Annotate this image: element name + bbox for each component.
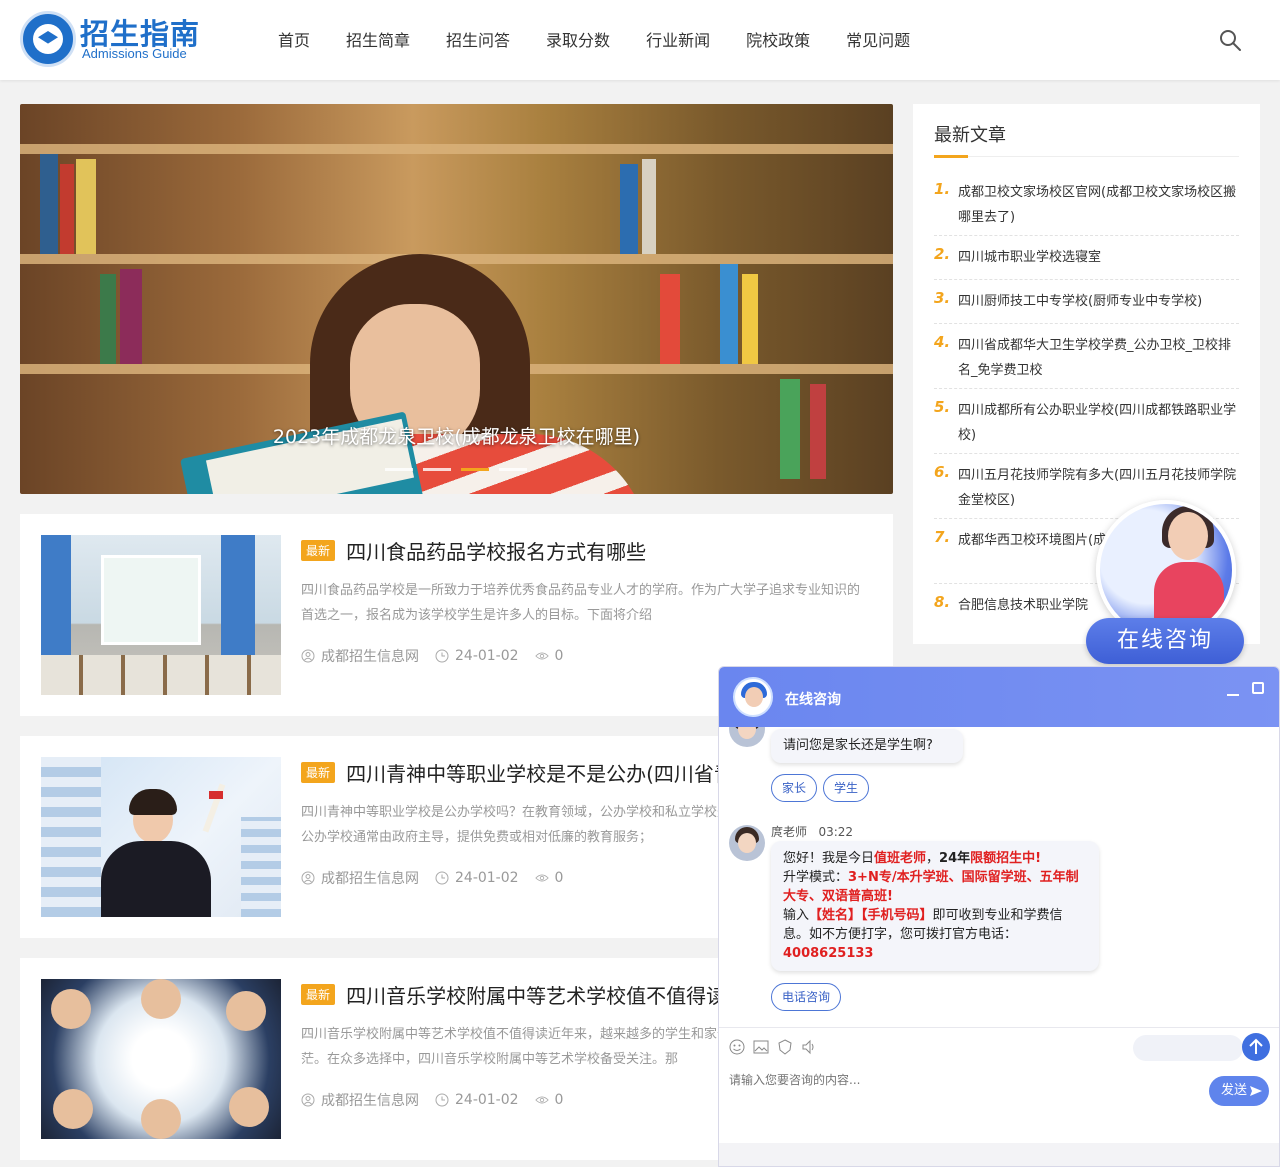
latest-article-item[interactable]: 4. 四川省成都华大卫生学校学费_公办卫校_卫校排名_免学费卫校 [934,333,1239,389]
hero-slider[interactable]: 2023年成都龙泉卫校(成都龙泉卫校在哪里) [20,104,893,494]
minimize-icon[interactable] [1227,688,1239,702]
slider-dots [385,468,527,471]
chat-window: 在线咨询 请问您是家长还是学生啊? 家长 学生 庹老师 03:22 您好！我是今… [718,666,1280,1167]
latest-article-link[interactable]: 四川成都所有公办职业学校(四川成都铁路职业学校) [958,398,1239,448]
latest-article-link[interactable]: 成都卫校文家场校区官网(成都卫校文家场校区搬哪里去了) [958,180,1239,230]
image-icon[interactable] [753,1039,769,1055]
article-author[interactable]: 成都招生信息网 [321,646,419,666]
article-excerpt: 四川食品药品学校是一所致力于培养优秀食品药品专业人才的学府。作为广大学子追求专业… [301,583,861,623]
site-header: 招生指南 Admissions Guide 首页 招生简章 招生问答 录取分数 … [0,0,1280,80]
nav-industry-news[interactable]: 行业新闻 [628,0,728,80]
nav-school-policy[interactable]: 院校政策 [728,0,828,80]
article-author[interactable]: 成都招生信息网 [321,868,419,888]
clock-icon [435,871,449,885]
nav-admission-scores[interactable]: 录取分数 [528,0,628,80]
latest-article-item[interactable]: 5. 四川成都所有公办职业学校(四川成都铁路职业学校) [934,398,1239,454]
agent-avatar [729,727,765,747]
article-thumbnail[interactable] [41,979,281,1139]
chip-student[interactable]: 学生 [823,774,869,802]
logo-subtitle: Admissions Guide [82,46,187,61]
slider-dot-active[interactable] [461,468,489,471]
latest-article-item[interactable]: 3. 四川厨师技工中专学校(厨师专业中专学校) [934,289,1239,324]
article-views: 0 [554,1092,564,1108]
quick-input[interactable] [1133,1035,1243,1061]
chat-header: 在线咨询 [719,667,1279,727]
clock-icon [435,649,449,663]
eye-icon [534,874,549,882]
latest-article-item[interactable]: 1. 成都卫校文家场校区官网(成都卫校文家场校区搬哪里去了) [934,180,1239,236]
latest-article-link[interactable]: 四川厨师技工中专学校(厨师专业中专学校) [958,289,1239,314]
article-date: 24-01-02 [455,1092,519,1108]
chip-parent[interactable]: 家长 [771,774,817,802]
chat-agent-avatar [733,677,773,717]
article-title[interactable]: 四川食品药品学校报名方式有哪些 [346,536,646,565]
online-consult-button[interactable]: 在线咨询 [1086,618,1244,664]
rating-icon[interactable] [777,1039,793,1055]
article-author[interactable]: 成都招生信息网 [321,1090,419,1110]
article-title[interactable]: 四川音乐学校附属中等艺术学校值不值得读 [346,980,726,1009]
maximize-icon[interactable] [1252,682,1264,694]
article-thumbnail[interactable] [41,535,281,695]
chat-title: 在线咨询 [785,692,841,708]
user-icon [301,1093,315,1107]
eye-icon [534,1096,549,1104]
user-icon [301,871,315,885]
chat-message-input[interactable] [729,1070,1199,1090]
chat-bubble-welcome: 您好！我是今日值班老师，24年限额招生中! 升学模式：3+N专/本升学班、国际留… [771,841,1099,971]
article-date: 24-01-02 [455,870,519,886]
latest-article-link[interactable]: 四川省成都华大卫生学校学费_公办卫校_卫校排名_免学费卫校 [958,333,1239,383]
slider-dot[interactable] [423,468,451,471]
arrow-up-icon [1249,1038,1263,1054]
phone-consult-button[interactable]: 电话咨询 [771,983,841,1011]
agent-avatar [729,825,765,861]
chat-toolbar [719,1027,1279,1067]
official-phone: 4008625133 [783,946,874,961]
new-badge: 最新 [301,984,336,1005]
chat-messages[interactable]: 请问您是家长还是学生啊? 家长 学生 庹老师 03:22 您好！我是今日值班老师… [719,727,1279,1027]
chat-bubble: 请问您是家长还是学生啊? [771,729,963,763]
emoji-icon[interactable] [729,1039,745,1055]
latest-article-item[interactable]: 2. 四川城市职业学校选寝室 [934,245,1239,280]
nav-home[interactable]: 首页 [260,0,328,80]
send-icon [1250,1086,1262,1096]
article-meta: 成都招生信息网 24-01-02 0 [301,1090,563,1110]
search-icon[interactable] [1218,28,1242,52]
article-date: 24-01-02 [455,648,519,664]
article-views: 0 [554,648,564,664]
main-nav: 首页 招生简章 招生问答 录取分数 行业新闻 院校政策 常见问题 [260,0,928,80]
new-badge: 最新 [301,540,336,561]
nav-faq[interactable]: 常见问题 [828,0,928,80]
new-badge: 最新 [301,762,336,783]
article-views: 0 [554,870,564,886]
latest-article-link[interactable]: 四川城市职业学校选寝室 [958,245,1239,270]
clock-icon [435,1093,449,1107]
user-icon [301,649,315,663]
eye-icon [534,652,549,660]
slider-dot[interactable] [499,468,527,471]
sound-icon[interactable] [801,1039,817,1055]
send-button[interactable]: 发送 [1209,1076,1269,1106]
site-logo[interactable]: 招生指南 Admissions Guide [20,11,210,67]
nav-admission-qa[interactable]: 招生问答 [428,0,528,80]
slider-dot[interactable] [385,468,413,471]
article-thumbnail[interactable] [41,757,281,917]
article-meta: 成都招生信息网 24-01-02 0 [301,868,563,888]
article-meta: 成都招生信息网 24-01-02 0 [301,646,563,666]
scroll-up-button[interactable] [1242,1033,1270,1061]
nav-admission-brochure[interactable]: 招生简章 [328,0,428,80]
school-emblem-icon [20,11,76,67]
agent-name-time: 庹老师 03:22 [771,825,854,839]
floating-consult-widget[interactable]: 在线咨询 [1086,500,1246,666]
widget-title: 最新文章 [934,125,1006,146]
hero-caption[interactable]: 2023年成都龙泉卫校(成都龙泉卫校在哪里) [20,422,893,449]
